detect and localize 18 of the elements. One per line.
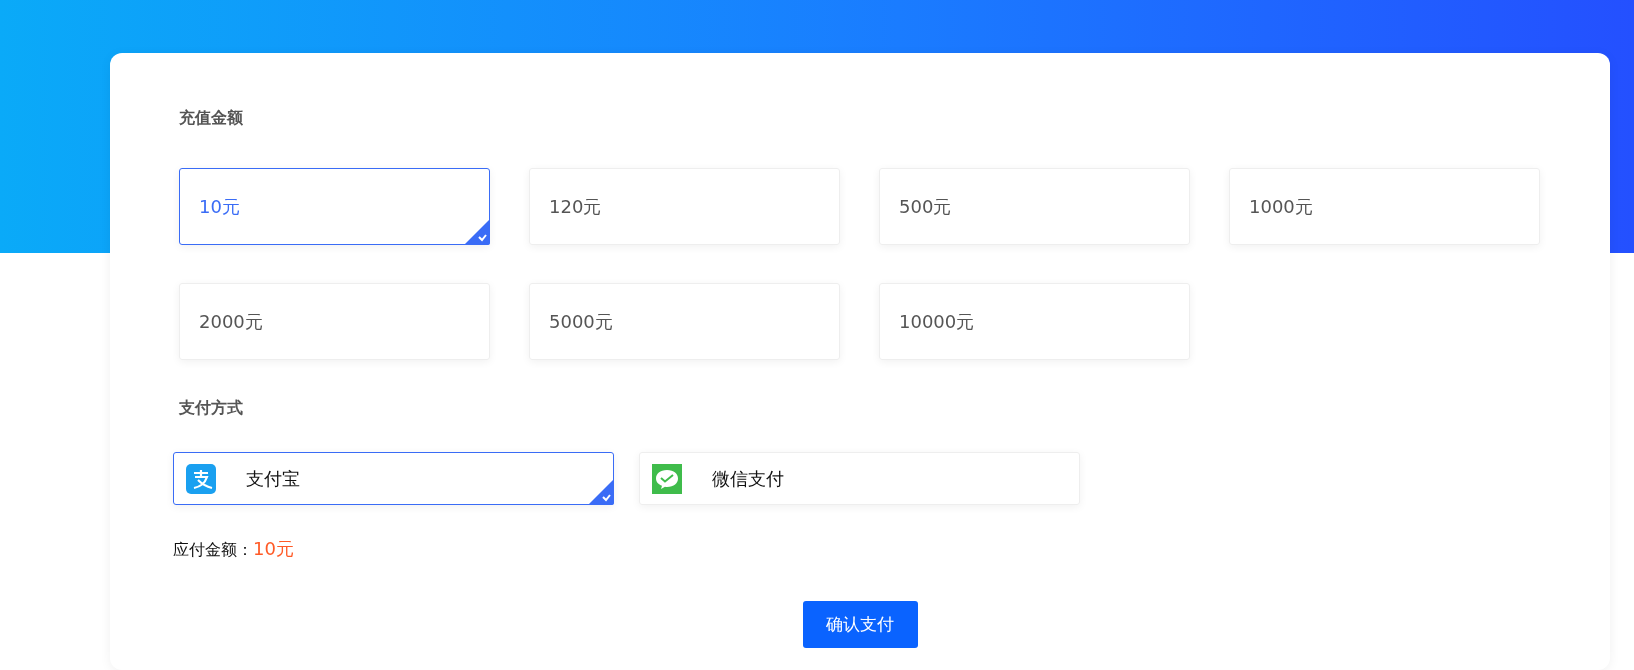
section-title: 充值金额 [179, 108, 244, 129]
confirm-payment-button[interactable]: 确认支付 [802, 601, 918, 648]
amount-option[interactable]: 2000元 [179, 283, 490, 360]
payment-option[interactable]: 支付宝 [173, 452, 614, 505]
chat-bubble-icon [652, 463, 682, 494]
amount-due-value: 10元 [253, 537, 294, 561]
amount-option[interactable]: 500元 [879, 168, 1190, 245]
amount-due-label: 应付金额： [173, 540, 253, 561]
amount-option[interactable]: 1000元 [1229, 168, 1540, 245]
check-corner-icon [588, 479, 614, 505]
alipay-icon [186, 463, 216, 494]
section-title: 支付方式 [179, 398, 244, 419]
check-corner-icon [464, 219, 490, 245]
amount-option[interactable]: 120元 [529, 168, 840, 245]
payment-option[interactable]: 微信支付 [639, 452, 1080, 505]
amount-option[interactable]: 10000元 [879, 283, 1190, 360]
amount-option[interactable]: 5000元 [529, 283, 840, 360]
amount-option[interactable]: 10元 [179, 168, 490, 245]
